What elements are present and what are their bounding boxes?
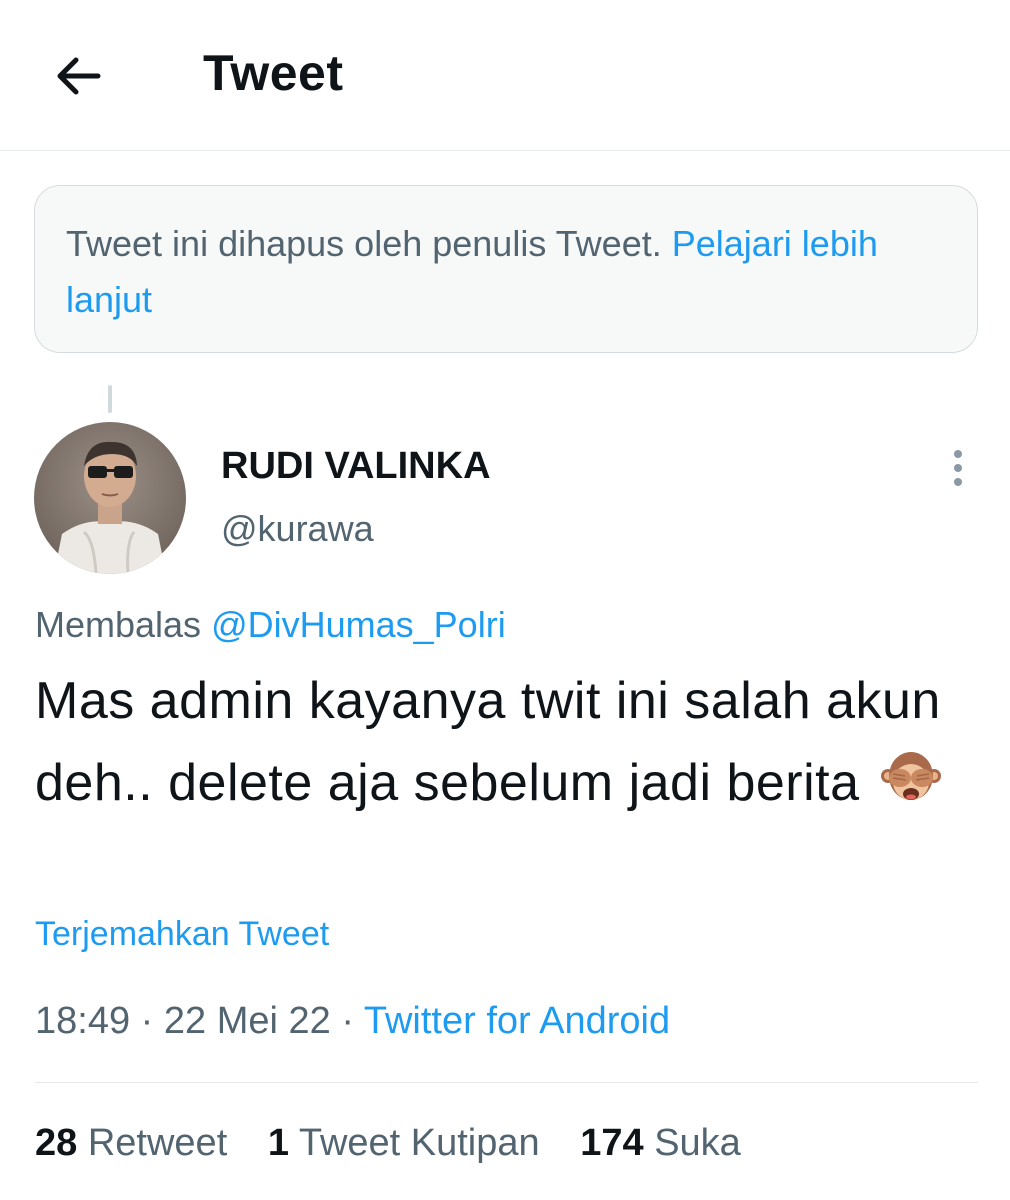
tweet-text: Mas admin kayanya twit ini salah akun de… bbox=[35, 672, 941, 812]
retweets-stat[interactable]: 28 Retweet bbox=[35, 1122, 227, 1165]
deleted-tweet-notice: Tweet ini dihapus oleh penulis Tweet. Pe… bbox=[34, 185, 978, 353]
reply-prefix: Membalas bbox=[35, 604, 202, 645]
reply-context: Membalas @DivHumas_Polri bbox=[35, 604, 506, 646]
thread-connector bbox=[108, 385, 112, 413]
retweets-label: Retweet bbox=[87, 1122, 228, 1164]
translate-tweet-link[interactable]: Terjemahkan Tweet bbox=[35, 915, 329, 954]
page-title: Tweet bbox=[203, 45, 344, 101]
likes-count: 174 bbox=[580, 1122, 644, 1164]
reply-to-handle[interactable]: @DivHumas_Polri bbox=[211, 604, 506, 645]
avatar[interactable] bbox=[34, 422, 186, 574]
back-button[interactable] bbox=[50, 48, 106, 104]
tweet-meta: 18:49 · 22 Mei 22 · Twitter for Android bbox=[35, 1000, 670, 1043]
see-no-evil-monkey-icon bbox=[880, 752, 941, 800]
header-divider bbox=[0, 150, 1010, 151]
author-name[interactable]: RUDI VALINKA bbox=[221, 445, 491, 488]
meta-separator: · bbox=[341, 1000, 354, 1042]
author-handle[interactable]: @kurawa bbox=[221, 508, 374, 550]
top-bar: Tweet bbox=[0, 0, 1010, 150]
arrow-left-icon bbox=[57, 57, 101, 95]
deleted-notice-text: Tweet ini dihapus oleh penulis Tweet. bbox=[66, 223, 662, 264]
likes-stat[interactable]: 174 Suka bbox=[580, 1122, 741, 1165]
meta-separator: · bbox=[140, 1000, 154, 1042]
more-options-button[interactable] bbox=[940, 446, 976, 490]
tweet-detail-page: Tweet Tweet ini dihapus oleh penulis Twe… bbox=[0, 0, 1010, 1200]
tweet-time[interactable]: 18:49 bbox=[35, 1000, 130, 1042]
retweets-count: 28 bbox=[35, 1122, 78, 1164]
more-vertical-icon bbox=[954, 450, 962, 486]
tweet-stats: 28 Retweet 1 Tweet Kutipan 174 Suka bbox=[35, 1122, 771, 1165]
tweet-source-link[interactable]: Twitter for Android bbox=[364, 1000, 670, 1042]
tweet-date[interactable]: 22 Mei 22 bbox=[164, 1000, 331, 1042]
stats-divider bbox=[35, 1082, 978, 1083]
tweet-body: Mas admin kayanya twit ini salah akun de… bbox=[35, 660, 975, 824]
quote-tweets-label: Tweet Kutipan bbox=[298, 1122, 540, 1164]
likes-label: Suka bbox=[654, 1122, 741, 1164]
quote-tweets-stat[interactable]: 1 Tweet Kutipan bbox=[268, 1122, 540, 1165]
profile-photo bbox=[34, 422, 186, 574]
quote-tweets-count: 1 bbox=[267, 1122, 289, 1164]
